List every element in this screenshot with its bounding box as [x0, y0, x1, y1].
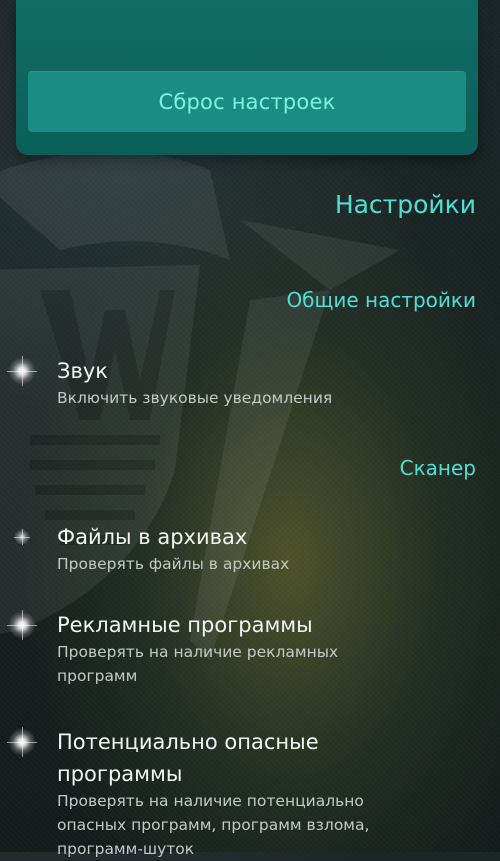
setting-description: Проверять на наличие потенциально опасны… — [57, 792, 370, 858]
reset-card: Сброс настроек — [16, 0, 478, 155]
section-header-general: Общие настройки — [286, 288, 476, 312]
setting-title: Потенциально опасные программы — [57, 730, 319, 786]
setting-title: Рекламные программы — [57, 613, 313, 637]
setting-adware[interactable]: Рекламные программы Проверять на наличие… — [0, 609, 500, 689]
setting-description: Проверять на наличие рекламных программ — [57, 643, 339, 685]
setting-title: Звук — [57, 359, 108, 383]
setting-description: Включить звуковые уведомления — [57, 389, 333, 407]
reset-settings-button[interactable]: Сброс настроек — [28, 71, 466, 132]
setting-title: Файлы в архивах — [57, 525, 248, 549]
section-header-scanner: Сканер — [399, 456, 476, 480]
setting-riskware[interactable]: Потенциально опасные программы Проверять… — [0, 726, 500, 858]
setting-sound[interactable]: Звук Включить звуковые уведомления — [0, 355, 500, 415]
setting-archives[interactable]: Файлы в архивах Проверять файлы в архива… — [0, 521, 500, 581]
page-title: Настройки — [334, 190, 476, 219]
setting-description: Проверять файлы в архивах — [57, 555, 290, 573]
